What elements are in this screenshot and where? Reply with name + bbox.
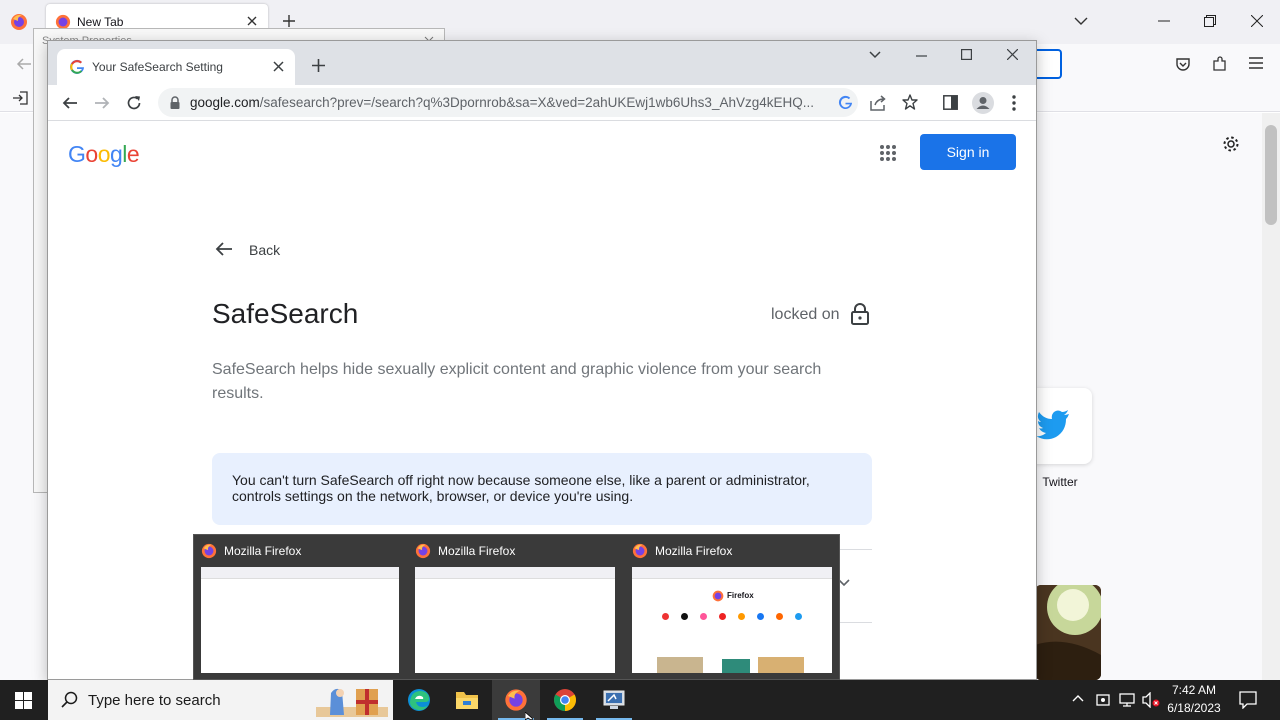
clock-date[interactable]: 6/18/2023: [1162, 701, 1226, 715]
taskbar-remote-app[interactable]: [590, 680, 638, 720]
taskbar-file-explorer[interactable]: [443, 680, 491, 720]
network-icon[interactable]: [1119, 692, 1135, 708]
firefox-icon[interactable]: [10, 13, 28, 31]
pocket-icon[interactable]: [1175, 56, 1191, 72]
twitter-icon: [1036, 410, 1070, 440]
preview-title: Mozilla Firefox: [655, 544, 733, 558]
profile-avatar-icon[interactable]: [972, 92, 994, 114]
url-host: google.com: [190, 95, 260, 110]
more-options-icon[interactable]: [1012, 95, 1016, 111]
minimize-icon[interactable]: [916, 55, 927, 57]
url-text[interactable]: google.com/safesearch?prev=/search?q%3Dp…: [190, 95, 830, 110]
forward-arrow-icon[interactable]: [94, 95, 110, 111]
preview-title: Mozilla Firefox: [224, 544, 302, 558]
locked-notice: You can't turn SafeSearch off right now …: [212, 453, 872, 525]
edge-icon: [407, 688, 431, 712]
scrollbar-thumb[interactable]: [1265, 125, 1277, 225]
maximize-icon[interactable]: [961, 49, 972, 60]
share-icon[interactable]: [870, 95, 887, 111]
close-icon[interactable]: [246, 15, 258, 27]
preview-thumbnail: [201, 567, 399, 673]
page-title: SafeSearch: [212, 298, 359, 329]
search-placeholder: Type here to search: [88, 692, 221, 709]
close-window-icon[interactable]: [1007, 49, 1018, 60]
new-tab-plus-icon[interactable]: [282, 14, 296, 28]
tab-safesearch-setting[interactable]: Your SafeSearch Setting: [57, 49, 295, 85]
preview-window-3[interactable]: Mozilla Firefox Firefox: [625, 535, 837, 681]
chrome-tab-bar: Your SafeSearch Setting: [48, 41, 1036, 85]
taskbar-thumbnail-preview: Mozilla Firefox Mozilla Firefox Mozilla …: [193, 534, 840, 680]
firefox-icon: [415, 543, 431, 559]
address-bar[interactable]: google.com/safesearch?prev=/search?q%3Dp…: [158, 88, 858, 117]
preview-window-2[interactable]: Mozilla Firefox: [408, 535, 620, 681]
mouse-cursor: [525, 712, 534, 720]
minimize-icon[interactable]: [1158, 20, 1170, 22]
preview-story-image: [758, 657, 804, 673]
taskbar: Type here to search 7:42 AM 6/18/2023: [0, 680, 1280, 720]
volume-muted-icon[interactable]: [1142, 692, 1160, 708]
safesearch-status: locked on: [771, 306, 840, 323]
lock-icon[interactable]: [170, 96, 180, 109]
chrome-icon: [553, 688, 577, 712]
preview-thumbnail: Firefox: [632, 567, 832, 673]
back-arrow-icon[interactable]: [62, 95, 78, 111]
url-path: /safesearch?prev=/search?q%3Dpornrob&sa=…: [259, 95, 814, 110]
google-lens-icon[interactable]: [838, 95, 853, 110]
search-highlight-image[interactable]: [316, 683, 388, 717]
chrome-toolbar: google.com/safesearch?prev=/search?q%3Dp…: [48, 85, 1036, 121]
list-all-tabs-icon[interactable]: [1074, 16, 1088, 26]
search-icon: [61, 691, 78, 708]
google-logo[interactable]: Google: [68, 141, 140, 168]
remote-desktop-icon: [602, 688, 626, 712]
taskbar-chrome[interactable]: [541, 680, 589, 720]
close-tab-icon[interactable]: [273, 61, 284, 72]
back-arrow-icon: [215, 241, 233, 257]
close-window-icon[interactable]: [1251, 15, 1263, 27]
safesearch-description: SafeSearch helps hide sexually explicit …: [212, 361, 822, 402]
preview-title: Mozilla Firefox: [438, 544, 516, 558]
address-bar-edge[interactable]: [1036, 49, 1062, 79]
story-image[interactable]: [1035, 585, 1101, 680]
windows-start-icon: [15, 692, 32, 709]
back-label: Back: [249, 242, 281, 258]
firefox-icon: [712, 590, 724, 602]
reload-icon[interactable]: [126, 95, 142, 111]
preview-firefox-label: Firefox: [727, 591, 754, 600]
preview-story-image: [657, 657, 703, 673]
preview-story-image: [722, 659, 750, 673]
notification-icon[interactable]: [1239, 691, 1257, 709]
clock-time[interactable]: 7:42 AM: [1168, 683, 1220, 697]
file-explorer-icon: [455, 689, 479, 711]
meet-now-icon[interactable]: [1096, 692, 1110, 708]
tab-search-icon[interactable]: [869, 51, 881, 59]
locked-notice-text: You can't turn SafeSearch off right now …: [232, 472, 810, 504]
restore-icon[interactable]: [1204, 15, 1216, 27]
settings-gear-icon[interactable]: [1222, 135, 1240, 153]
side-panel-icon[interactable]: [943, 95, 958, 110]
preview-shortcut-row: [662, 613, 802, 620]
sign-in-icon[interactable]: [12, 91, 28, 105]
start-button[interactable]: [0, 680, 48, 720]
taskbar-edge[interactable]: [395, 680, 443, 720]
tab-title: New Tab: [77, 15, 124, 29]
firefox-icon: [504, 688, 528, 712]
menu-hamburger-icon[interactable]: [1249, 57, 1263, 69]
new-tab-plus-icon[interactable]: [312, 59, 325, 72]
firefox-icon: [201, 543, 217, 559]
google-apps-icon[interactable]: [880, 145, 896, 161]
extensions-icon[interactable]: [1211, 55, 1229, 73]
sign-in-button[interactable]: Sign in: [920, 134, 1016, 170]
chevron-up-icon[interactable]: [1072, 694, 1084, 702]
preview-thumbnail: [415, 567, 615, 673]
back-arrow-icon[interactable]: [16, 56, 32, 72]
preview-window-1[interactable]: Mozilla Firefox: [194, 535, 406, 681]
page-scrollbar[interactable]: [1262, 113, 1280, 680]
google-favicon-icon: [69, 59, 85, 75]
taskbar-search-box[interactable]: Type here to search: [48, 680, 393, 720]
tab-title: Your SafeSearch Setting: [92, 60, 223, 74]
lock-icon: [851, 303, 869, 325]
firefox-icon: [632, 543, 648, 559]
bookmark-star-icon[interactable]: [902, 94, 918, 110]
